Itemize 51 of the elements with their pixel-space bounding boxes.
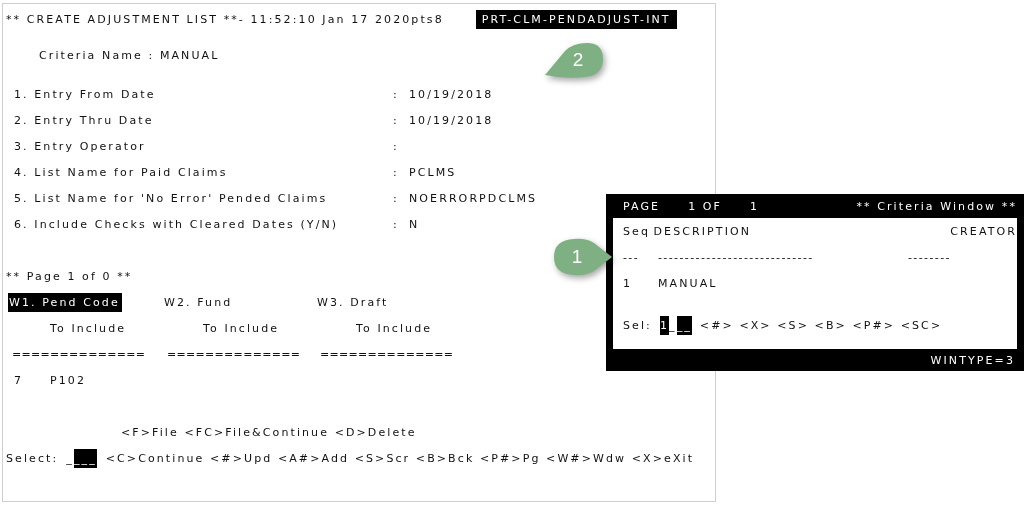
- field-value[interactable]: PCLMS: [409, 165, 457, 179]
- field-separator: :: [393, 139, 400, 153]
- field-label: 2. Entry Thru Date: [13, 113, 155, 127]
- field-label: 5. List Name for 'No Error' Pended Claims: [13, 191, 329, 205]
- window-title: ** Criteria Window **: [856, 199, 1017, 213]
- column-header: Seq: [623, 224, 652, 238]
- column-header: DESCRIPTION: [653, 224, 753, 238]
- field-label: 3. Entry Operator: [13, 139, 147, 153]
- screen-title: ** CREATE ADJUSTMENT LIST **- 11:52:10 Jan 17 2020pts8: [6, 12, 444, 26]
- select-label: Sel:: [623, 318, 652, 332]
- column-rule: ==============: [12, 347, 146, 361]
- field-label: 6. Include Checks with Cleared Dates (Y/N): [13, 217, 340, 231]
- criteria-description[interactable]: MANUAL: [658, 276, 908, 290]
- field-value[interactable]: 10/19/2018: [409, 87, 494, 101]
- select-label: Select:: [6, 451, 59, 465]
- field-value[interactable]: N: [409, 217, 420, 231]
- page-number: 1 OF: [688, 199, 723, 213]
- command-options: <F>File <FC>File&Continue <D>Delete: [121, 425, 417, 439]
- column-subheading: To Include: [50, 321, 127, 335]
- field-label: 1. Entry From Date: [13, 87, 157, 101]
- field-separator: :: [393, 113, 400, 127]
- window-tab[interactable]: W2. Fund: [163, 292, 235, 312]
- criteria-name: Criteria Name : MANUAL: [39, 48, 220, 62]
- window-type: WINTYPE=3: [930, 353, 1015, 367]
- field-separator: :: [393, 165, 400, 179]
- column-rule: ==============: [167, 347, 301, 361]
- column-subheading: To Include: [356, 321, 433, 335]
- column-subheading: To Include: [203, 321, 280, 335]
- window-tab[interactable]: W1. Pend Code: [8, 292, 122, 312]
- field-separator: :: [393, 191, 400, 205]
- field-separator: :: [393, 87, 400, 101]
- column-rule: ---: [623, 250, 641, 264]
- field-value[interactable]: NOERRORPDCLMS: [409, 191, 538, 205]
- field-label: 4. List Name for Paid Claims: [13, 165, 229, 179]
- column-rule: -----------------------------: [658, 250, 815, 264]
- field-separator: :: [393, 217, 400, 231]
- column-rule: --------: [908, 250, 951, 264]
- window-tab[interactable]: W3. Draft: [316, 292, 391, 312]
- command-options: <C>Continue <#>Upd <A#>Add <S>Scr <B>Bck <P#>Pg <W#>Wdw <X>eXit: [105, 451, 695, 465]
- row-number: 1: [623, 276, 634, 290]
- field-value[interactable]: 10/19/2018: [409, 113, 494, 127]
- page-label: PAGE: [623, 199, 661, 213]
- page-total: 1: [750, 199, 760, 213]
- page-indicator: ** Page 1 of 0 **: [6, 269, 133, 283]
- row-number: 7: [13, 373, 25, 387]
- pend-code: P102: [50, 373, 87, 387]
- program-id: PRT-CLM-PENDADJUST-INT: [475, 9, 677, 29]
- command-options: <#> <X> <S> <B> <P#> <SC>: [699, 318, 943, 332]
- column-rule: ==============: [320, 347, 454, 361]
- column-header: CREATOR: [950, 224, 1017, 238]
- select-field[interactable]: 1___: [659, 315, 692, 335]
